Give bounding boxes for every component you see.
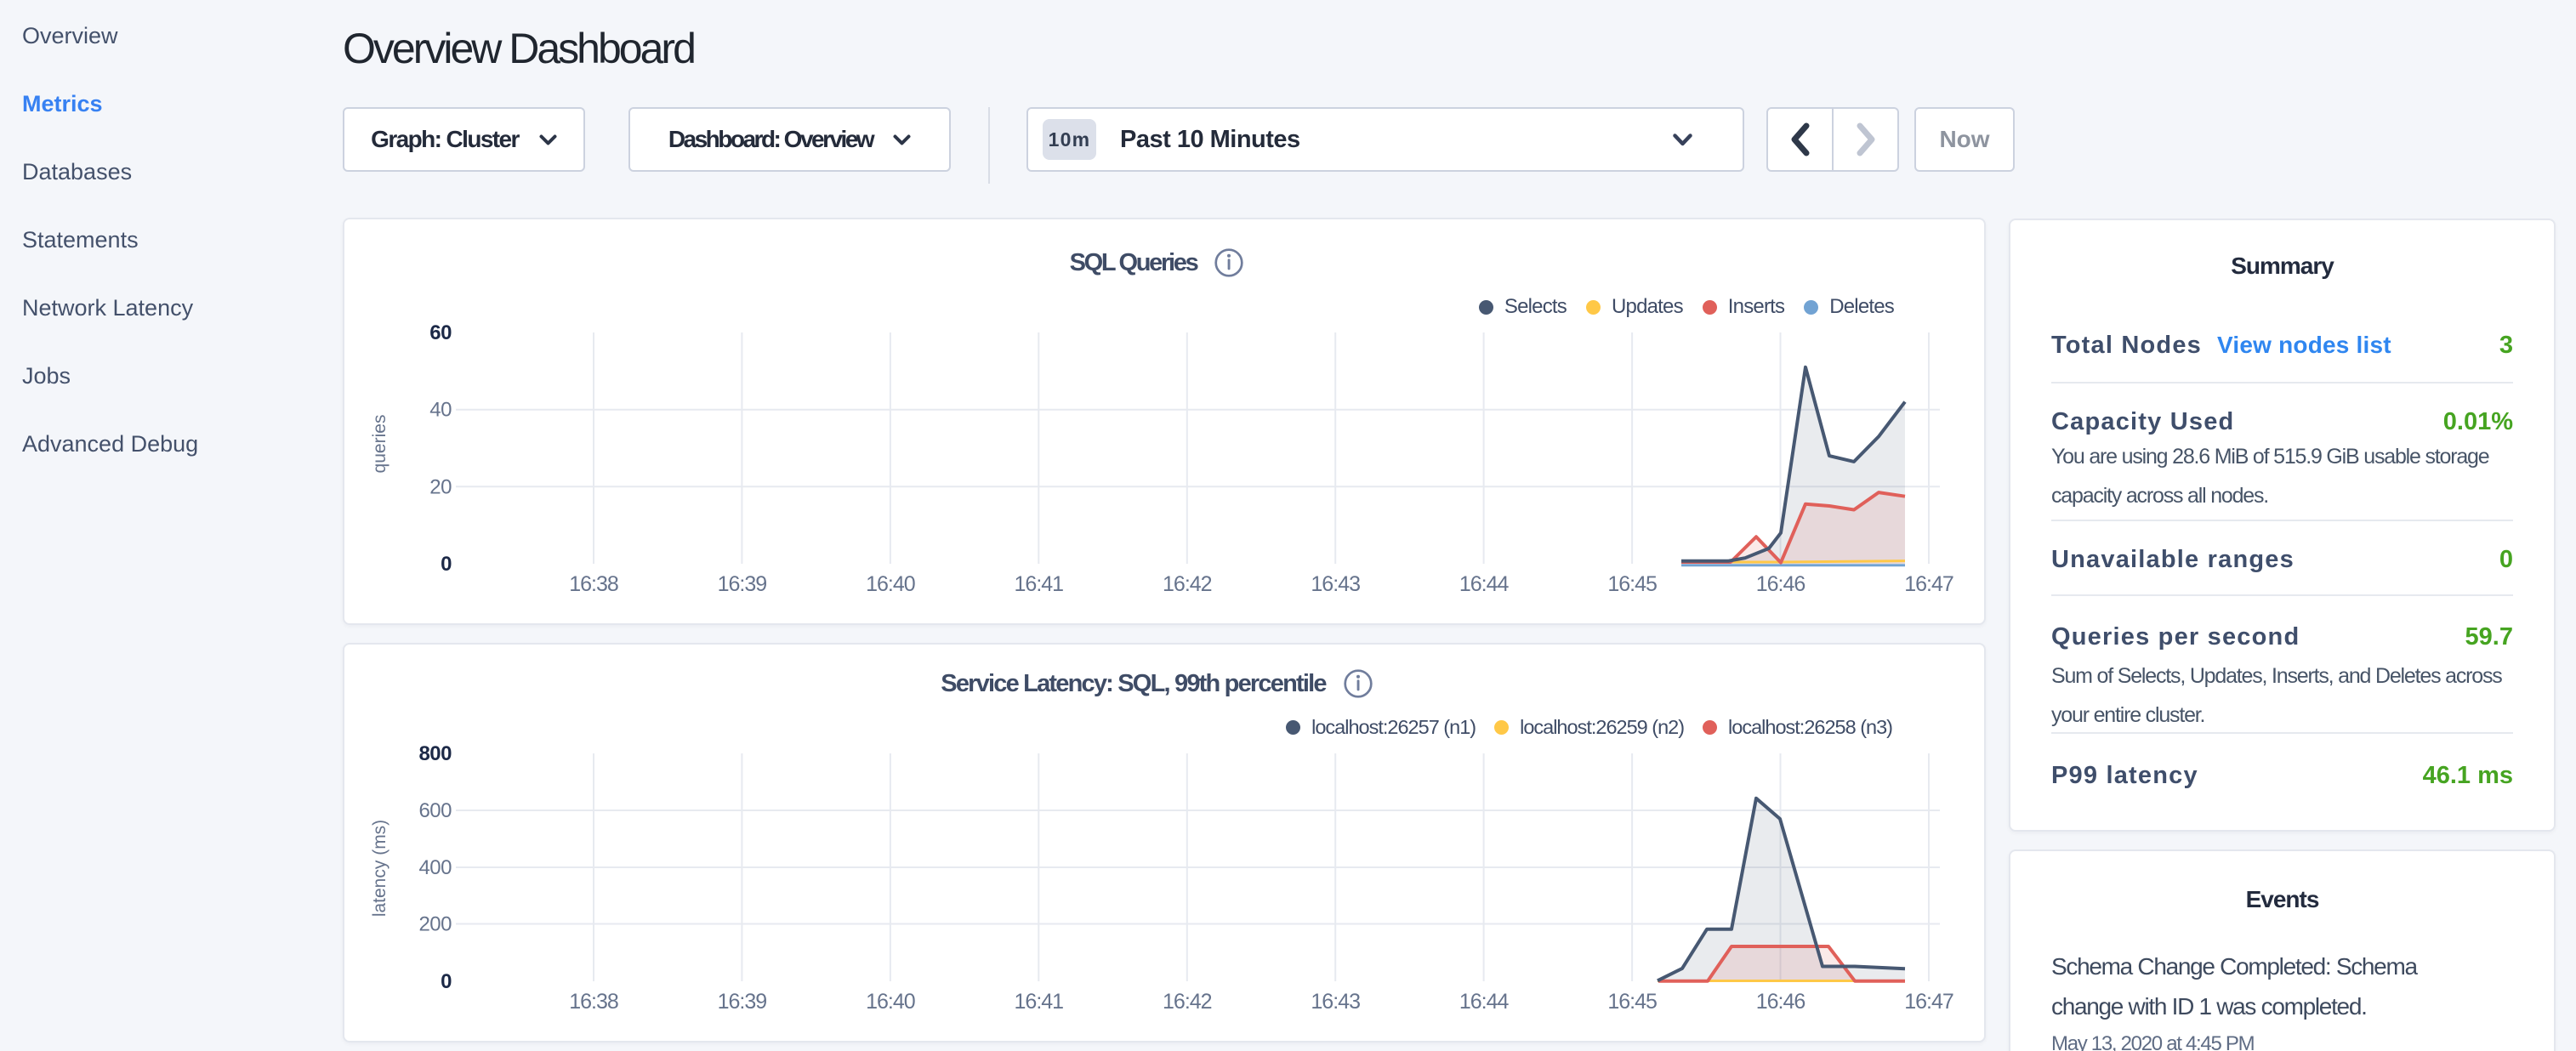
- svg-text:60: 60: [429, 321, 452, 344]
- svg-text:16:38: 16:38: [569, 572, 618, 596]
- svg-text:16:42: 16:42: [1163, 572, 1212, 596]
- svg-text:16:39: 16:39: [718, 572, 767, 596]
- svg-text:200: 200: [418, 913, 452, 936]
- svg-text:16:43: 16:43: [1311, 990, 1360, 1014]
- svg-text:800: 800: [418, 742, 452, 765]
- svg-text:16:44: 16:44: [1459, 990, 1510, 1014]
- svg-text:20: 20: [429, 475, 452, 498]
- svg-text:600: 600: [418, 799, 452, 822]
- svg-text:16:46: 16:46: [1756, 990, 1805, 1014]
- svg-text:400: 400: [418, 856, 452, 879]
- svg-text:16:41: 16:41: [1015, 990, 1064, 1014]
- svg-text:0: 0: [441, 553, 452, 576]
- svg-text:16:45: 16:45: [1607, 572, 1657, 596]
- svg-text:0: 0: [441, 970, 452, 993]
- svg-text:16:47: 16:47: [1904, 990, 1953, 1014]
- svg-text:16:47: 16:47: [1904, 572, 1953, 596]
- svg-text:16:46: 16:46: [1756, 572, 1805, 596]
- svg-text:16:42: 16:42: [1163, 990, 1212, 1014]
- svg-text:16:41: 16:41: [1015, 572, 1064, 596]
- svg-text:16:38: 16:38: [569, 990, 618, 1014]
- svg-text:16:40: 16:40: [866, 990, 915, 1014]
- svg-text:16:44: 16:44: [1459, 572, 1510, 596]
- svg-text:16:45: 16:45: [1607, 990, 1657, 1014]
- svg-text:16:40: 16:40: [866, 572, 915, 596]
- svg-text:40: 40: [429, 399, 452, 422]
- svg-text:16:43: 16:43: [1311, 572, 1360, 596]
- svg-text:16:39: 16:39: [718, 990, 767, 1014]
